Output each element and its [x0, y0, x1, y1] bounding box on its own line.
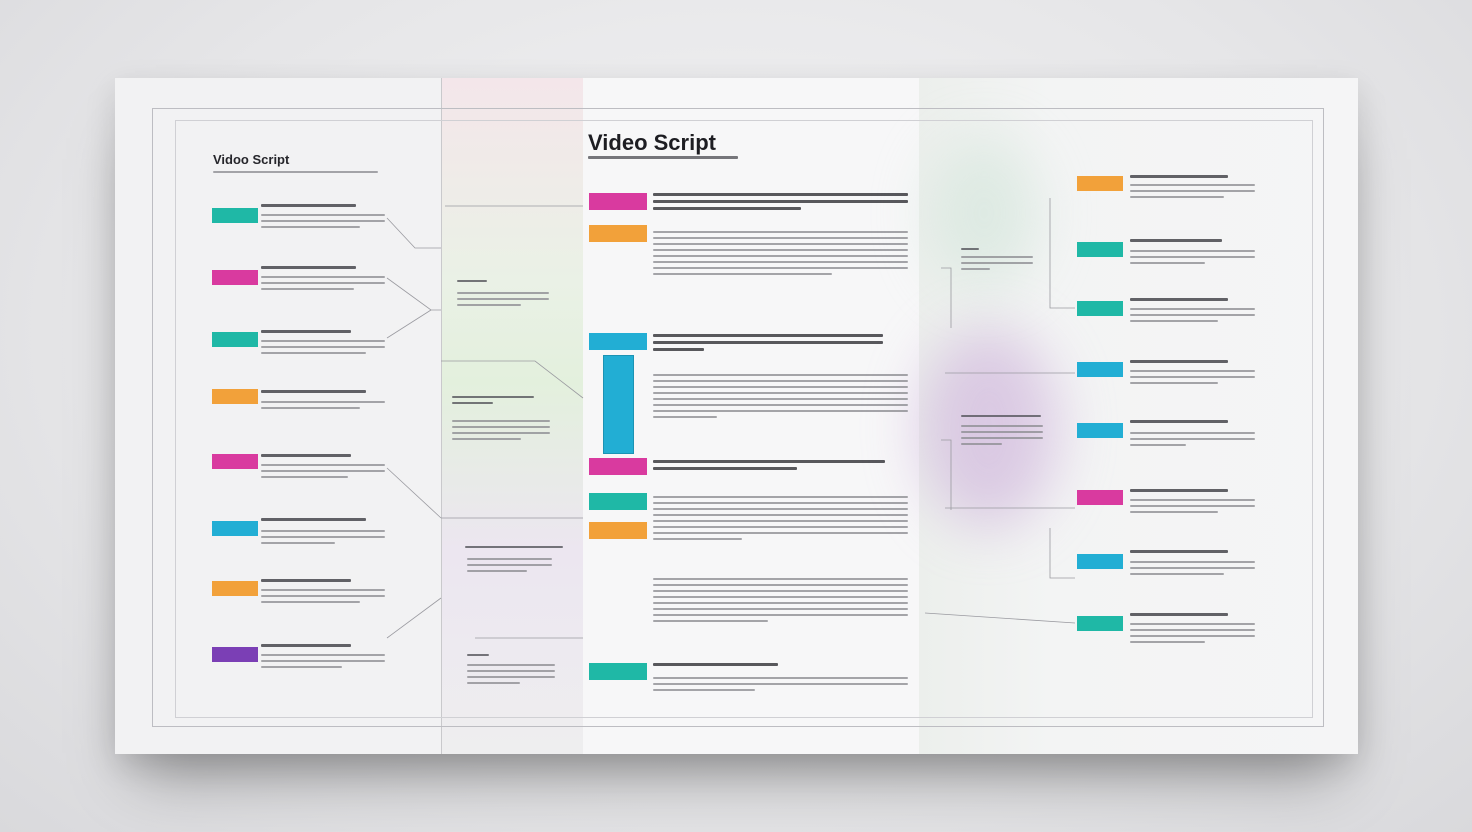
section-tag — [212, 332, 258, 347]
section-tag — [212, 521, 258, 536]
section-heading-bar — [261, 390, 366, 397]
item-tag — [1077, 423, 1123, 438]
scene-body — [653, 374, 908, 422]
section-heading-bar — [261, 579, 351, 586]
item-tag — [1077, 490, 1123, 505]
item-body — [1130, 561, 1255, 579]
note-heading-bar — [961, 415, 1041, 421]
item-heading-bar — [1130, 550, 1228, 557]
item-tag — [1077, 242, 1123, 257]
note-heading-bar — [961, 248, 979, 254]
item-body — [1130, 370, 1255, 388]
note-heading-bar — [452, 396, 534, 408]
item-heading-bar — [1130, 360, 1228, 367]
note-body — [452, 420, 550, 444]
timeline-bar — [603, 355, 634, 454]
item-body — [1130, 184, 1255, 202]
scene-body — [653, 496, 908, 544]
item-heading-bar — [1130, 298, 1228, 305]
scene-body — [653, 231, 908, 279]
note-body — [467, 664, 555, 688]
item-body — [1130, 432, 1255, 450]
section-tag — [212, 389, 258, 404]
scene-heading — [653, 663, 778, 670]
section-heading-bar — [261, 454, 351, 461]
item-heading-bar — [1130, 489, 1228, 496]
note-body — [457, 292, 549, 310]
note-heading-bar — [465, 546, 563, 552]
item-body — [1130, 250, 1255, 268]
section-tag — [212, 454, 258, 469]
scene-heading — [653, 193, 908, 214]
item-body — [1130, 623, 1255, 647]
section-body — [261, 530, 385, 548]
section-body — [261, 276, 385, 294]
video-script-document: Vidoo Script Video Script — [115, 78, 1358, 754]
section-body — [261, 654, 385, 672]
scene-body — [653, 578, 908, 626]
section-tag — [212, 581, 258, 596]
note-body — [467, 558, 552, 576]
section-heading-bar — [261, 266, 356, 273]
note-body — [961, 425, 1043, 449]
section-body — [261, 214, 385, 232]
section-body — [261, 464, 385, 482]
section-tag — [212, 270, 258, 285]
scene-tag — [589, 522, 647, 539]
section-tag — [212, 647, 258, 662]
item-tag — [1077, 554, 1123, 569]
section-heading-bar — [261, 518, 366, 525]
scene-tag — [589, 333, 647, 350]
section-heading-bar — [261, 204, 356, 211]
item-heading-bar — [1130, 175, 1228, 182]
scene-tag — [589, 458, 647, 475]
item-tag — [1077, 362, 1123, 377]
note-heading-bar — [457, 280, 487, 286]
item-body — [1130, 308, 1255, 326]
scene-tag — [589, 663, 647, 680]
note-heading-bar — [467, 654, 489, 660]
note-body — [961, 256, 1033, 274]
section-body — [261, 340, 385, 358]
scene-tag — [589, 225, 647, 242]
scene-heading — [653, 460, 885, 474]
item-body — [1130, 499, 1255, 517]
section-heading-bar — [261, 330, 351, 337]
item-tag — [1077, 176, 1123, 191]
item-tag — [1077, 301, 1123, 316]
scene-heading — [653, 334, 883, 355]
scene-tag — [589, 493, 647, 510]
section-tag — [212, 208, 258, 223]
scene-tag — [589, 193, 647, 210]
section-heading-bar — [261, 644, 351, 651]
scene-body — [653, 677, 908, 695]
item-heading-bar — [1130, 420, 1228, 427]
section-body — [261, 589, 385, 607]
item-tag — [1077, 616, 1123, 631]
item-heading-bar — [1130, 613, 1228, 620]
section-body — [261, 401, 385, 413]
item-heading-bar — [1130, 239, 1222, 246]
